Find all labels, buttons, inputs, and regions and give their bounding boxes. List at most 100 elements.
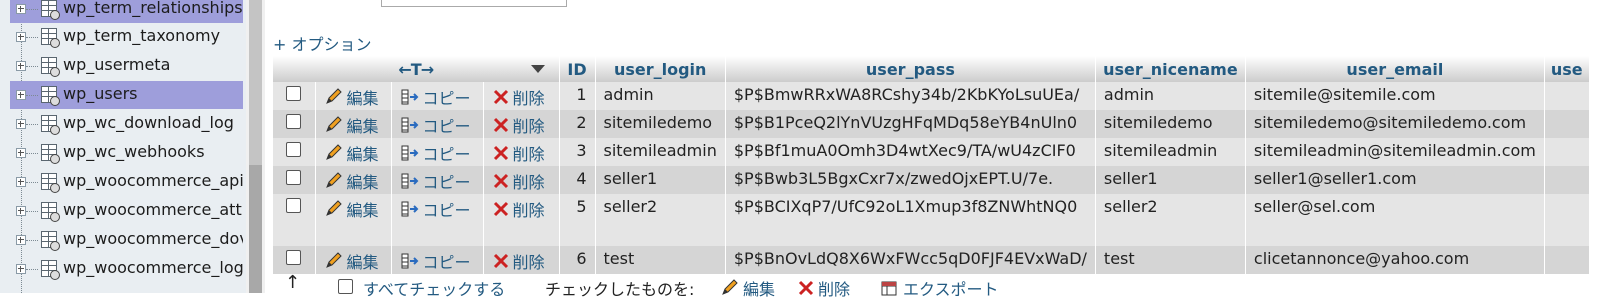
nav-table-item[interactable]: wp_users [10,81,243,109]
footer-delete-label: 削除 [818,280,851,299]
edit-button[interactable]: 編集 [324,197,379,221]
row-checkbox[interactable] [286,142,302,157]
row-checkbox[interactable] [286,250,302,265]
nav-table-label: wp_term_taxonomy [63,26,221,45]
nav-table-item[interactable]: wp_woocommerce_dov [10,226,243,254]
column-header-user-nicename[interactable]: user_nicename [1095,56,1246,82]
row-checkbox[interactable] [286,170,302,185]
delete-x-icon [493,89,508,105]
delete-button[interactable]: 削除 [492,113,545,137]
expand-icon[interactable] [16,235,26,245]
copy-button[interactable]: コピー [400,85,471,109]
edit-button[interactable]: 編集 [324,169,379,193]
cell-user-login[interactable]: seller2 [595,194,726,246]
cell-user-nicename[interactable]: sitemileadmin [1095,138,1246,166]
sort-dropdown-icon[interactable] [530,65,545,73]
cell-user-email[interactable]: sitemiledemo@sitemiledemo.com [1245,110,1545,138]
cell-id[interactable]: 3 [559,138,596,166]
cell-user-nicename[interactable]: admin [1095,82,1246,110]
nav-table-item[interactable]: wp_woocommerce_att [10,197,243,225]
copy-button[interactable]: コピー [400,141,471,165]
cell-id[interactable]: 4 [559,166,596,194]
header-actions: ←T→ [273,56,560,82]
cell-user-nicename[interactable]: sitemiledemo [1095,110,1246,138]
expand-icon[interactable] [16,61,26,71]
options-link[interactable]: + オプション [273,31,372,55]
nav-table-item[interactable]: wp_usermeta [10,52,243,80]
cell-user-email[interactable]: seller@sel.com [1245,194,1545,246]
cell-id[interactable]: 2 [559,110,596,138]
nav-table-item[interactable]: wp_term_taxonomy [10,23,243,51]
nav-table-label: wp_wc_download_log [63,113,234,132]
cell-id[interactable]: 5 [559,194,596,246]
rows-input[interactable] [381,0,567,7]
cell-user-login[interactable]: admin [595,82,726,110]
delete-button[interactable]: 削除 [492,141,545,165]
nav-table-item[interactable]: wp_woocommerce_api [10,168,243,196]
check-all-checkbox[interactable] [338,279,353,294]
cell-user-pass[interactable]: $P$B1PceQ2lYnVUzgHFqMDq58eYB4nUln0 [725,110,1096,138]
column-header-user-pass[interactable]: user_pass [725,56,1096,82]
copy-button[interactable]: コピー [400,169,471,193]
column-header-user-login[interactable]: user_login [595,56,726,82]
cell-id[interactable]: 1 [559,82,596,110]
copy-button[interactable]: コピー [400,197,471,221]
nav-table-item[interactable]: wp_wc_download_log [10,110,243,138]
row-select-cell [273,82,316,110]
cell-user-login[interactable]: sitemiledemo [595,110,726,138]
row-checkbox[interactable] [286,114,302,129]
footer-export-button[interactable]: エクスポート [880,276,999,300]
delete-button[interactable]: 削除 [492,197,545,221]
cell-user-login[interactable]: sitemileadmin [595,138,726,166]
column-arrows-icon[interactable]: ←T→ [398,60,434,79]
cell-user-pass[interactable]: $P$BmwRRxWA8RCshy34b/2KbKYoLsuUEa/ [725,82,1096,110]
footer-edit-button[interactable]: 編集 [720,276,775,300]
cell-user-url[interactable] [1544,110,1590,138]
table-row: 編集 コピー 削除 4 seller1 $P$Bwb3L5BgxCxr7x/zwedOjx… [273,166,1590,194]
nav-table-item[interactable]: wp_term_relationships [10,0,243,23]
expand-icon[interactable] [16,4,26,14]
cell-user-pass[interactable]: $P$Bf1muA0Omh3D4wtXec9/TA/wU4zCIF0 [725,138,1096,166]
nav-scrollbar[interactable] [246,0,265,293]
nav-scrollbar-thumb[interactable] [249,165,262,293]
nav-table-item[interactable]: wp_woocommerce_log [10,255,243,283]
edit-button[interactable]: 編集 [324,113,379,137]
nav-table-item[interactable]: wp_wc_webhooks [10,139,243,167]
expand-icon[interactable] [16,148,26,158]
edit-label: 編集 [346,201,379,220]
check-all-link[interactable]: すべてチェックする [363,276,505,300]
expand-icon[interactable] [16,177,26,187]
edit-button[interactable]: 編集 [324,85,379,109]
cell-user-email[interactable]: sitemileadmin@sitemileadmin.com [1245,138,1545,166]
row-checkbox[interactable] [286,86,302,101]
cell-user-email[interactable]: seller1@seller1.com [1245,166,1545,194]
expand-icon[interactable] [16,206,26,216]
delete-button[interactable]: 削除 [492,169,545,193]
edit-button[interactable]: 編集 [324,141,379,165]
expand-icon[interactable] [16,264,26,274]
expand-icon[interactable] [16,90,26,100]
column-header-id[interactable]: ID [559,56,596,82]
cell-user-url[interactable] [1544,194,1590,246]
column-header-user-email[interactable]: user_email [1245,56,1545,82]
delete-button[interactable]: 削除 [492,85,545,109]
expand-icon[interactable] [16,119,26,129]
copy-button[interactable]: コピー [400,113,471,137]
results-table: ←T→ ID user_login user_pass user_nicenam… [273,56,1590,274]
column-header-user-url[interactable]: use [1544,56,1590,82]
cell-user-url[interactable] [1544,82,1590,110]
cell-user-login[interactable]: seller1 [595,166,726,194]
cell-user-url[interactable] [1544,166,1590,194]
cell-user-pass[interactable]: $P$BCIXqP7/UfC92oL1Xmup3f8ZNWhtNQ0 [725,194,1096,246]
cell-user-nicename[interactable]: seller1 [1095,166,1246,194]
cell-user-email[interactable]: sitemile@sitemile.com [1245,82,1545,110]
cell-user-nicename[interactable]: seller2 [1095,194,1246,246]
edit-cell: 編集 [315,138,392,166]
cell-user-pass[interactable]: $P$Bwb3L5BgxCxr7x/zwedOjxEPT.U/7e. [725,166,1096,194]
row-checkbox[interactable] [286,198,302,213]
row-select-cell [273,166,316,194]
table-icon [41,260,60,280]
footer-delete-button[interactable]: 削除 [797,276,850,300]
expand-icon[interactable] [16,32,26,42]
cell-user-url[interactable] [1544,138,1590,166]
